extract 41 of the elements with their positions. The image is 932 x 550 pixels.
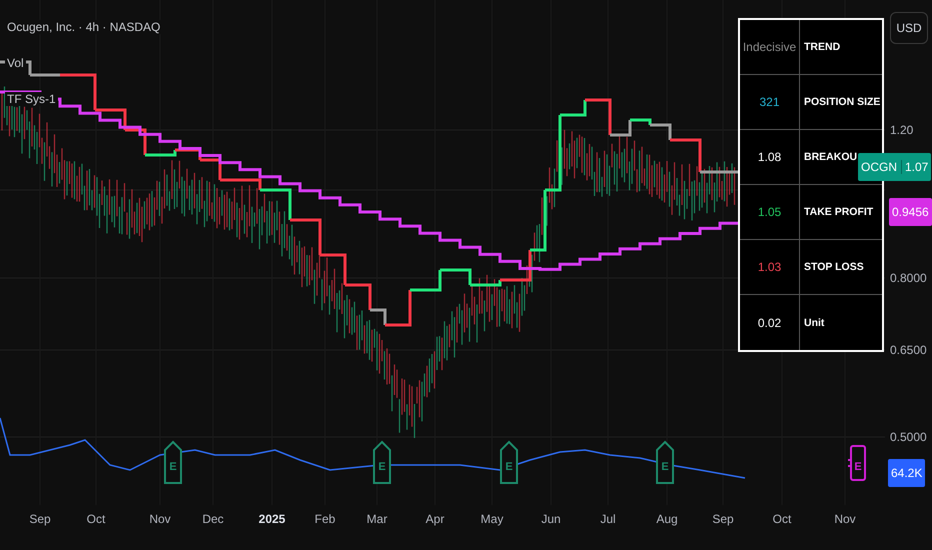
time-axis-label: Dec	[202, 512, 224, 526]
price-axis-label: 0.8000	[890, 271, 927, 285]
price-axis-label: 0.5000	[890, 430, 927, 444]
signal-value: 1.08	[758, 150, 782, 164]
earnings-marker[interactable]: E	[654, 440, 676, 486]
indicator-label[interactable]: TF Sys-1	[5, 92, 58, 106]
signal-value: 1.03	[758, 260, 782, 274]
signal-label: TAKE PROFIT	[800, 185, 882, 240]
signal-value: Indecisive	[742, 40, 796, 54]
price-axis-label: 1.20	[890, 123, 914, 137]
earnings-marker[interactable]: E	[162, 440, 184, 486]
time-axis-label: Apr	[426, 512, 444, 526]
signal-label: STOP LOSS	[800, 240, 882, 295]
time-axis-label: Nov	[834, 512, 856, 526]
time-axis-label: Jul	[600, 512, 616, 526]
time-axis-label: Nov	[149, 512, 171, 526]
currency-button[interactable]: USD	[890, 12, 928, 44]
time-axis-label: Oct	[86, 512, 106, 526]
signal-label: Unit	[803, 316, 826, 330]
time-axis-label: Sep	[29, 512, 51, 526]
price-badge: 64.2K	[888, 459, 926, 487]
signal-value: 0.02	[758, 316, 782, 330]
price-badge: 0.9456	[889, 198, 932, 226]
time-axis-label: 2025	[258, 512, 286, 526]
earnings-marker[interactable]: E	[498, 440, 520, 486]
time-axis-label: Oct	[772, 512, 792, 526]
time-axis-label: Sep	[712, 512, 734, 526]
earnings-marker[interactable]: E	[371, 440, 393, 486]
indicator-label[interactable]: Vol	[5, 56, 26, 70]
price-axis-label: 0.6500	[890, 343, 927, 357]
time-axis-label: Jun	[541, 512, 561, 526]
chart-title: Ocugen, Inc. · 4h · NASDAQ	[5, 20, 162, 34]
signal-value: 1.05	[758, 205, 782, 219]
time-axis-label: Aug	[656, 512, 678, 526]
price-badge: OCGN 1.07	[858, 153, 932, 181]
signal-value: 321	[759, 95, 780, 109]
signal-label: POSITION SIZE	[800, 75, 882, 130]
time-axis-label: May	[480, 512, 504, 526]
time-axis-label: Feb	[314, 512, 336, 526]
time-axis-label: Mar	[366, 512, 388, 526]
signal-label: TREND	[800, 20, 882, 75]
